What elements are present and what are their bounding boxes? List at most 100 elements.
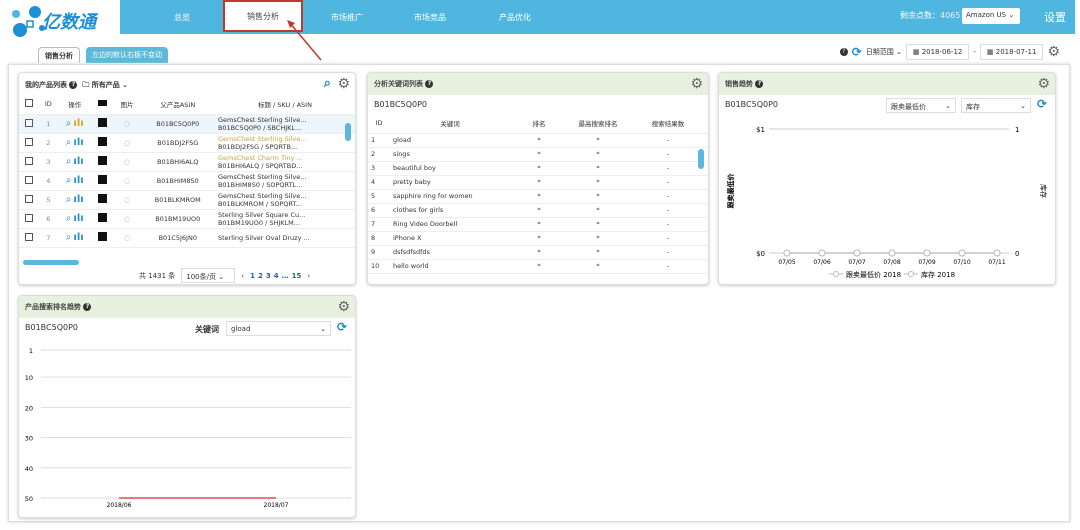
horizontal-scrollbar[interactable] bbox=[23, 260, 79, 265]
cursor-search-icon[interactable]: ⌕ bbox=[66, 118, 72, 129]
cursor-search-icon[interactable]: ⌕ bbox=[66, 232, 72, 243]
col-parent-asin[interactable]: 父产品ASIN bbox=[140, 95, 215, 115]
row-id: 2 bbox=[368, 147, 390, 162]
cursor-search-icon[interactable]: ⌕ bbox=[66, 175, 72, 186]
refresh-icon[interactable]: ⟳ bbox=[337, 320, 347, 334]
row-parent-asin[interactable]: B01BDJ2FSG bbox=[140, 133, 215, 153]
tab-sales-analysis[interactable]: 销售分析 bbox=[38, 47, 80, 63]
table-row[interactable]: 5 ⌕ ılı ◌ B01BLKMROM GemsChest Sterling … bbox=[19, 190, 355, 210]
table-row[interactable]: 2 ⌕ ılı ◌ B01BDJ2FSG GemsChest Sterling … bbox=[19, 133, 355, 153]
date-range-select[interactable]: 日期范围 ⌄ bbox=[866, 47, 902, 57]
table-row[interactable]: 7 ⌕ ılı ◌ B01C5J6JN0 Sterling Silver Ova… bbox=[19, 228, 355, 248]
nav-overview[interactable]: 总览 bbox=[142, 0, 222, 34]
metric-select-1[interactable]: 跟卖最低价 ⌄ bbox=[886, 98, 956, 113]
row-parent-asin[interactable]: B01BHI6ALQ bbox=[140, 152, 215, 172]
help-icon[interactable]: ? bbox=[83, 303, 92, 311]
row-parent-asin[interactable]: B01BC5Q0P0 bbox=[140, 114, 215, 134]
refresh-icon[interactable]: ⟳ bbox=[852, 45, 862, 59]
cursor-search-icon[interactable]: ⌕ bbox=[324, 76, 331, 91]
row-checkbox[interactable] bbox=[19, 133, 40, 153]
next-page[interactable]: › bbox=[307, 272, 310, 280]
row-checkbox[interactable] bbox=[19, 171, 40, 191]
cursor-search-icon[interactable]: ⌕ bbox=[66, 213, 72, 224]
bar-chart-icon[interactable]: ılı bbox=[73, 213, 83, 224]
table-row[interactable]: 3 ⌕ ılı ◌ B01BHI6ALQ GemsChest Charm Tin… bbox=[19, 152, 355, 172]
select-all-checkbox[interactable] bbox=[19, 95, 40, 115]
table-row[interactable]: 6 clothes for girls * * - bbox=[368, 203, 708, 218]
keyword-select[interactable]: gload ⌄ bbox=[226, 321, 331, 336]
bar-chart-icon[interactable]: ılı bbox=[73, 194, 83, 205]
help-icon[interactable]: ? bbox=[69, 81, 78, 89]
row-checkbox[interactable] bbox=[19, 209, 40, 229]
page-link[interactable]: 15 bbox=[292, 272, 302, 280]
page-link[interactable]: 4 bbox=[274, 272, 279, 280]
table-row[interactable]: 1 ⌕ ılı ◌ B01BC5Q0P0 GemsChest Sterling … bbox=[19, 114, 355, 134]
nav-product-optimization[interactable]: 产品优化 bbox=[475, 0, 555, 34]
col-header[interactable]: 搜索结果数 bbox=[628, 114, 708, 134]
page-link[interactable]: 2 bbox=[258, 272, 263, 280]
cursor-search-icon[interactable]: ⌕ bbox=[66, 194, 72, 205]
table-row[interactable]: 4 pretty baby * * - bbox=[368, 175, 708, 190]
row-checkbox[interactable] bbox=[19, 228, 40, 248]
prev-page[interactable]: ‹ bbox=[241, 272, 244, 280]
table-row[interactable]: 7 Ring Video Doorbell * * - bbox=[368, 217, 708, 232]
row-title[interactable]: GemsChest Sterling Silve... B01BHIM8S0 / … bbox=[214, 171, 355, 191]
page-size-select[interactable]: 100条/页 ⌄ bbox=[181, 268, 236, 283]
gear-icon[interactable]: ⚙ bbox=[690, 76, 703, 92]
metric-select-2[interactable]: 库存 ⌄ bbox=[961, 98, 1031, 113]
row-parent-asin[interactable]: B01BLKMROM bbox=[140, 190, 215, 210]
refresh-icon[interactable]: ⟳ bbox=[1037, 97, 1047, 111]
row-title[interactable]: GemsChest Sterling Silve... B01BDJ2FSG / … bbox=[214, 133, 355, 153]
bar-chart-icon[interactable]: ılı bbox=[73, 175, 83, 186]
bar-chart-icon[interactable]: ılı bbox=[73, 137, 83, 148]
row-parent-asin[interactable]: B01BM19UO0 bbox=[140, 209, 215, 229]
row-parent-asin[interactable]: B01BHIM8S0 bbox=[140, 171, 215, 191]
page-link[interactable]: 3 bbox=[266, 272, 271, 280]
start-date-input[interactable]: ▦ 2018-06-12 bbox=[905, 44, 970, 60]
settings-link[interactable]: 设置 bbox=[1044, 9, 1066, 25]
bar-chart-icon[interactable]: ılı bbox=[73, 232, 83, 243]
end-date-input[interactable]: ▦ 2018-07-11 bbox=[979, 44, 1044, 60]
help-icon[interactable]: ? bbox=[425, 80, 434, 88]
row-parent-asin[interactable]: B01C5J6JN0 bbox=[140, 228, 215, 248]
table-row[interactable]: 6 ⌕ ılı ◌ B01BM19UO0 Sterling Silver Squ… bbox=[19, 209, 355, 229]
row-title[interactable]: GemsChest Charm Tiny ... B01BHI6ALQ / SPQ… bbox=[214, 152, 355, 172]
page-link[interactable]: 1 bbox=[250, 272, 255, 280]
table-row[interactable]: 4 ⌕ ılı ◌ B01BHIM8S0 GemsChest Sterling … bbox=[19, 171, 355, 191]
gear-icon[interactable]: ⚙ bbox=[1037, 76, 1050, 92]
cursor-search-icon[interactable]: ⌕ bbox=[66, 156, 72, 167]
folder-select[interactable]: 🗀 所有产品 ⌄ bbox=[82, 81, 128, 89]
table-row[interactable]: 9 dsfsdfsdfds * * - bbox=[368, 245, 708, 260]
help-icon[interactable]: ? bbox=[755, 80, 764, 88]
marketplace-select[interactable]: Amazon US ⌄ bbox=[962, 8, 1020, 24]
help-icon[interactable]: ? bbox=[839, 48, 848, 56]
table-row[interactable]: 1 gload * * - bbox=[368, 133, 708, 148]
col-header[interactable]: 关键词 bbox=[390, 114, 510, 134]
row-checkbox[interactable] bbox=[19, 114, 40, 134]
row-title[interactable]: GemsChest Sterling Silve... B01BLKMROM / … bbox=[214, 190, 355, 210]
scrollbar[interactable] bbox=[698, 149, 704, 169]
row-checkbox[interactable] bbox=[19, 152, 40, 172]
bar-chart-icon[interactable]: ılı bbox=[73, 156, 83, 167]
gear-icon[interactable]: ⚙ bbox=[1047, 44, 1060, 60]
gear-icon[interactable]: ⚙ bbox=[337, 299, 350, 315]
bar-chart-icon[interactable]: ılı bbox=[73, 118, 83, 129]
table-row[interactable]: 10 hello world * * - bbox=[368, 259, 708, 274]
row-title[interactable]: GemsChest Sterling Silve... B01BC5Q0P0 / … bbox=[214, 114, 355, 134]
table-row[interactable]: 5 sapphire ring for women * * - bbox=[368, 189, 708, 204]
page-link[interactable]: … bbox=[282, 272, 289, 280]
nav-competitors[interactable]: 市场竞品 bbox=[390, 0, 470, 34]
cursor-search-icon[interactable]: ⌕ bbox=[66, 137, 72, 148]
table-row[interactable]: 3 beautiful boy * * - bbox=[368, 161, 708, 176]
row-keyword: sapphire ring for women bbox=[390, 189, 510, 204]
table-row[interactable]: 8 iPhone X * * - bbox=[368, 231, 708, 246]
row-title[interactable]: Sterling Silver Oval Druzy ... bbox=[214, 228, 355, 248]
scrollbar[interactable] bbox=[345, 123, 351, 141]
table-row[interactable]: 2 sings * * - bbox=[368, 147, 708, 162]
row-checkbox[interactable] bbox=[19, 190, 40, 210]
col-title[interactable]: 标题 / SKU / ASIN bbox=[214, 95, 355, 115]
keyword-label: 关键词 bbox=[195, 325, 219, 334]
row-title[interactable]: Sterling Silver Square Cu... B01BM19UO0 /… bbox=[214, 209, 355, 229]
gear-icon[interactable]: ⚙ bbox=[337, 76, 350, 92]
tab-default-layout[interactable]: 左边的默认右板不变动 bbox=[86, 47, 168, 63]
